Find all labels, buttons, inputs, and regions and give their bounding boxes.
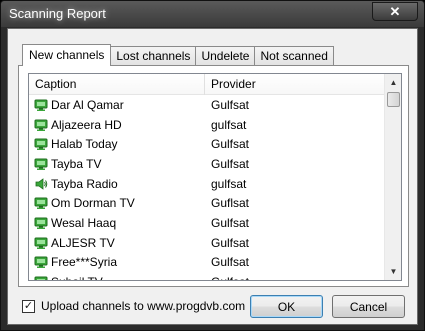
upload-checkbox[interactable]: ✓ (22, 299, 35, 313)
channel-provider: Gulfsat (211, 137, 250, 152)
tv-icon (34, 255, 51, 269)
column-header-provider[interactable]: Provider (205, 74, 384, 95)
tv-icon (34, 98, 51, 112)
scroll-up-arrow-icon[interactable]: ▲ (385, 74, 401, 91)
tv-icon (34, 157, 51, 171)
list-item[interactable]: Halab Today Gulfsat (29, 134, 384, 154)
list-item[interactable]: Suhail TV Gulfsat (29, 272, 384, 280)
channel-provider: Gulfsat (211, 255, 250, 270)
title-bar[interactable]: Scanning Report ✕ (1, 1, 424, 27)
list-item[interactable]: ALJESR TV Gulfsat (29, 233, 384, 253)
list-rows: Dar Al Qamar Gulfsat Aljazeera HD gulfsat Ha… (29, 95, 384, 280)
channel-provider: Gulfsat (205, 275, 384, 280)
tab-lost-channels[interactable]: Lost channels (110, 46, 197, 66)
channel-provider: Guflsat (211, 196, 250, 211)
tv-icon (34, 118, 51, 132)
list-item[interactable]: Free***Syria Gulfsat (29, 253, 384, 273)
close-icon: ✕ (389, 3, 401, 19)
channel-caption: Dar Al Qamar (29, 98, 205, 112)
list-item[interactable]: Om Dorman TV Guflsat (29, 193, 384, 213)
list-item[interactable]: Dar Al Qamar Gulfsat (29, 95, 384, 115)
channel-caption-text: Aljazeera HD (51, 117, 122, 132)
dialog-client-area: New channels Lost channels Undelete Not … (7, 28, 418, 325)
radio-speaker-icon (34, 177, 51, 191)
scrollbar-thumb[interactable] (387, 92, 400, 107)
channel-list[interactable]: Caption Provider Dar Al Qamar Gulfsat Alja… (28, 73, 402, 281)
tab-not-scanned[interactable]: Not scanned (254, 46, 334, 66)
list-header: Caption Provider (29, 74, 384, 95)
list-item[interactable]: Wesal Haaq Gulfsat (29, 213, 384, 233)
channel-caption: ALJESR TV (29, 236, 205, 250)
tv-icon (34, 275, 51, 280)
ok-button[interactable]: OK (250, 295, 323, 318)
tv-icon (34, 196, 51, 210)
channel-caption: Suhail TV (29, 275, 205, 280)
cancel-button[interactable]: Cancel (332, 295, 405, 318)
channel-caption-text: Free***Syria (51, 255, 118, 270)
channel-caption-text: Wesal Haaq (51, 215, 117, 230)
channel-provider: Gulfsat (211, 156, 250, 171)
column-header-caption[interactable]: Caption (29, 74, 205, 95)
channel-caption: Tayba Radio (29, 177, 205, 191)
channel-caption: Wesal Haaq (29, 216, 205, 230)
channel-caption-text: Tayba Radio (51, 176, 118, 191)
channel-provider: gulfsat (211, 176, 247, 191)
channel-caption: Tayba TV (29, 157, 205, 171)
vertical-scrollbar[interactable]: ▲ ▼ (384, 74, 401, 280)
channel-caption-text: Om Dorman TV (51, 196, 135, 211)
tv-icon (34, 236, 51, 250)
channel-caption-text: Dar Al Qamar (51, 97, 124, 112)
tv-icon (34, 216, 51, 230)
channel-caption-text: ALJESR TV (51, 235, 115, 250)
close-button[interactable]: ✕ (372, 2, 418, 21)
tab-undelete[interactable]: Undelete (195, 46, 256, 66)
checkmark-icon: ✓ (23, 299, 34, 312)
list-item[interactable]: Tayba TV Gulfsat (29, 154, 384, 174)
channel-caption: Halab Today (29, 137, 205, 151)
list-item[interactable]: Aljazeera HD gulfsat (29, 115, 384, 135)
tab-new-channels[interactable]: New channels (22, 44, 112, 66)
channel-provider: Gulfsat (211, 97, 250, 112)
scroll-down-arrow-icon[interactable]: ▼ (385, 263, 401, 280)
scanning-report-window: Scanning Report ✕ New channels Lost chan… (0, 0, 425, 331)
channel-caption: Om Dorman TV (29, 196, 205, 210)
channel-provider: Gulfsat (211, 235, 250, 250)
channel-provider: gulfsat (211, 117, 247, 132)
upload-option[interactable]: ✓ Upload channels to www.progdvb.com (22, 299, 245, 313)
upload-checkbox-label[interactable]: Upload channels to www.progdvb.com (41, 299, 245, 313)
channel-caption-text: Tayba TV (51, 156, 102, 171)
channel-provider: Gulfsat (211, 215, 250, 230)
channel-caption-text: Halab Today (51, 137, 118, 152)
channel-caption: Aljazeera HD (29, 118, 205, 132)
window-title: Scanning Report (9, 6, 106, 21)
tv-icon (34, 137, 51, 151)
tab-strip: New channels Lost channels Undelete Not … (22, 44, 334, 66)
channel-caption-text: Suhail TV (51, 275, 103, 280)
list-item[interactable]: Tayba Radio gulfsat (29, 174, 384, 194)
channel-caption: Free***Syria (29, 255, 205, 269)
tab-panel: Caption Provider Dar Al Qamar Gulfsat Alja… (18, 65, 409, 287)
